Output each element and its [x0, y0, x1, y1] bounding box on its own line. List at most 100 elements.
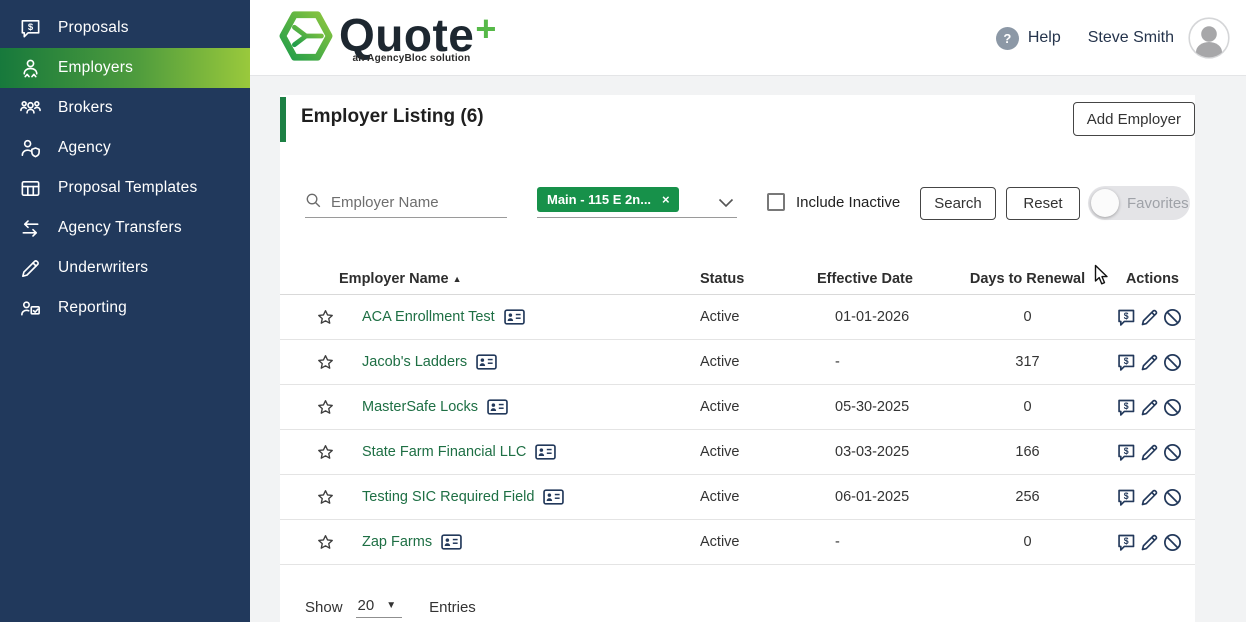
favorites-toggle[interactable]: Favorites	[1088, 186, 1190, 220]
deactivate-employer-button[interactable]	[1162, 532, 1183, 553]
favorite-star-icon[interactable]	[304, 533, 362, 552]
row-actions: $	[1105, 442, 1183, 463]
contact-card-icon[interactable]	[504, 309, 525, 325]
contact-card-icon[interactable]	[535, 444, 556, 460]
employer-name-link[interactable]: Testing SIC Required Field	[362, 489, 534, 505]
status-value: Active	[700, 534, 795, 550]
deactivate-employer-button[interactable]	[1162, 487, 1183, 508]
page-size-select[interactable]: 20 ▼	[356, 597, 403, 618]
effective-date-value: 05-30-2025	[795, 399, 950, 415]
sidebar-item-label: Reporting	[58, 299, 127, 317]
logo-plus: +	[475, 8, 496, 49]
sidebar-item-label: Brokers	[58, 99, 113, 117]
favorite-star-icon[interactable]	[304, 398, 362, 417]
deactivate-employer-button[interactable]	[1162, 352, 1183, 373]
create-proposal-button[interactable]: $	[1116, 352, 1137, 373]
chevron-down-icon[interactable]	[718, 195, 734, 213]
row-actions: $	[1105, 487, 1183, 508]
favorite-star-icon[interactable]	[304, 443, 362, 462]
quoteplus-logo: Quote+ an AgencyBloc solution	[279, 7, 496, 70]
days-to-renewal-value: 317	[950, 354, 1105, 370]
employer-name-input[interactable]	[331, 194, 491, 211]
help-label: Help	[1028, 29, 1061, 47]
create-proposal-button[interactable]: $	[1116, 442, 1137, 463]
employer-name-link[interactable]: State Farm Financial LLC	[362, 444, 526, 460]
create-proposal-button[interactable]: $	[1116, 397, 1137, 418]
svg-text:$: $	[27, 22, 33, 33]
include-inactive-checkbox[interactable]	[767, 193, 785, 211]
contact-card-icon[interactable]	[543, 489, 564, 505]
search-button[interactable]: Search	[920, 187, 996, 220]
status-value: Active	[700, 399, 795, 415]
table-body: ACA Enrollment TestActive01-01-20260$Jac…	[280, 295, 1195, 565]
effective-date-value: -	[795, 534, 950, 550]
chip-remove-icon[interactable]: ×	[662, 193, 670, 206]
table-row: Zap Farms Active-0 $	[280, 520, 1195, 565]
header-status[interactable]: Status	[700, 271, 795, 287]
app: $ Proposals Employers Brokers AgencyProposal…	[0, 0, 1246, 622]
deactivate-employer-button[interactable]	[1162, 442, 1183, 463]
contact-card-icon[interactable]	[441, 534, 462, 550]
topbar: Quote+ an AgencyBloc solution ? Help Ste…	[250, 0, 1246, 76]
days-to-renewal-value: 256	[950, 489, 1105, 505]
edit-employer-button[interactable]	[1139, 442, 1160, 463]
employer-name-link[interactable]: Jacob's Ladders	[362, 354, 467, 370]
location-select[interactable]: Main - 115 E 2n... ×	[537, 184, 737, 218]
status-value: Active	[700, 309, 795, 325]
reset-button[interactable]: Reset	[1006, 187, 1080, 220]
edit-employer-button[interactable]	[1139, 352, 1160, 373]
edit-employer-button[interactable]	[1139, 397, 1160, 418]
employer-name-link[interactable]: ACA Enrollment Test	[362, 309, 495, 325]
days-to-renewal-value: 0	[950, 534, 1105, 550]
create-proposal-button[interactable]: $	[1116, 487, 1137, 508]
effective-date-value: 01-01-2026	[795, 309, 950, 325]
deactivate-employer-button[interactable]	[1162, 307, 1183, 328]
create-proposal-button[interactable]: $	[1116, 307, 1137, 328]
sidebar-item-label: Proposals	[58, 19, 129, 37]
sidebar-item-proposal-templates[interactable]: Proposal Templates	[0, 168, 250, 208]
create-proposal-button[interactable]: $	[1116, 532, 1137, 553]
avatar[interactable]	[1188, 17, 1230, 59]
row-actions: $	[1105, 397, 1183, 418]
days-to-renewal-value: 0	[950, 399, 1105, 415]
sidebar-item-label: Agency Transfers	[58, 219, 182, 237]
sidebar-item-employers[interactable]: Employers	[0, 48, 250, 88]
contact-card-icon[interactable]	[487, 399, 508, 415]
title-accent-bar	[280, 97, 286, 142]
deactivate-employer-button[interactable]	[1162, 397, 1183, 418]
header-actions: Actions	[1105, 271, 1183, 287]
edit-employer-button[interactable]	[1139, 307, 1160, 328]
user-name[interactable]: Steve Smith	[1088, 29, 1174, 47]
help-icon: ?	[996, 27, 1019, 50]
header-employer-name[interactable]: Employer Name▲	[339, 271, 700, 287]
sidebar-item-label: Underwriters	[58, 259, 148, 277]
contact-card-icon[interactable]	[476, 354, 497, 370]
effective-date-value: 06-01-2025	[795, 489, 950, 505]
edit-employer-button[interactable]	[1139, 532, 1160, 553]
sidebar-item-agency-transfers[interactable]: Agency Transfers	[0, 208, 250, 248]
edit-employer-button[interactable]	[1139, 487, 1160, 508]
svg-text:$: $	[1124, 491, 1129, 501]
favorite-star-icon[interactable]	[304, 353, 362, 372]
row-actions: $	[1105, 532, 1183, 553]
sidebar-item-proposals[interactable]: $ Proposals	[0, 8, 250, 48]
favorite-star-icon[interactable]	[304, 308, 362, 327]
favorite-star-icon[interactable]	[304, 488, 362, 507]
sidebar-item-agency[interactable]: Agency	[0, 128, 250, 168]
employer-name-link[interactable]: Zap Farms	[362, 534, 432, 550]
header-days-to-renewal[interactable]: Days to Renewal	[950, 271, 1105, 287]
sidebar-item-reporting[interactable]: Reporting	[0, 288, 250, 328]
table-header: Employer Name▲ Status Effective Date Day…	[280, 263, 1195, 295]
sidebar: $ Proposals Employers Brokers AgencyProposal…	[0, 0, 250, 622]
add-employer-button[interactable]: Add Employer	[1073, 102, 1195, 136]
svg-text:$: $	[1124, 356, 1129, 366]
location-filter-chip: Main - 115 E 2n... ×	[537, 187, 679, 212]
row-actions: $	[1105, 307, 1183, 328]
help-button[interactable]: ? Help	[996, 27, 1061, 50]
employer-name-link[interactable]: MasterSafe Locks	[362, 399, 478, 415]
sidebar-item-underwriters[interactable]: Underwriters	[0, 248, 250, 288]
reporting-icon	[17, 295, 43, 321]
table-row: ACA Enrollment TestActive01-01-20260$	[280, 295, 1195, 340]
header-effective-date[interactable]: Effective Date	[795, 271, 950, 287]
sidebar-item-brokers[interactable]: Brokers	[0, 88, 250, 128]
